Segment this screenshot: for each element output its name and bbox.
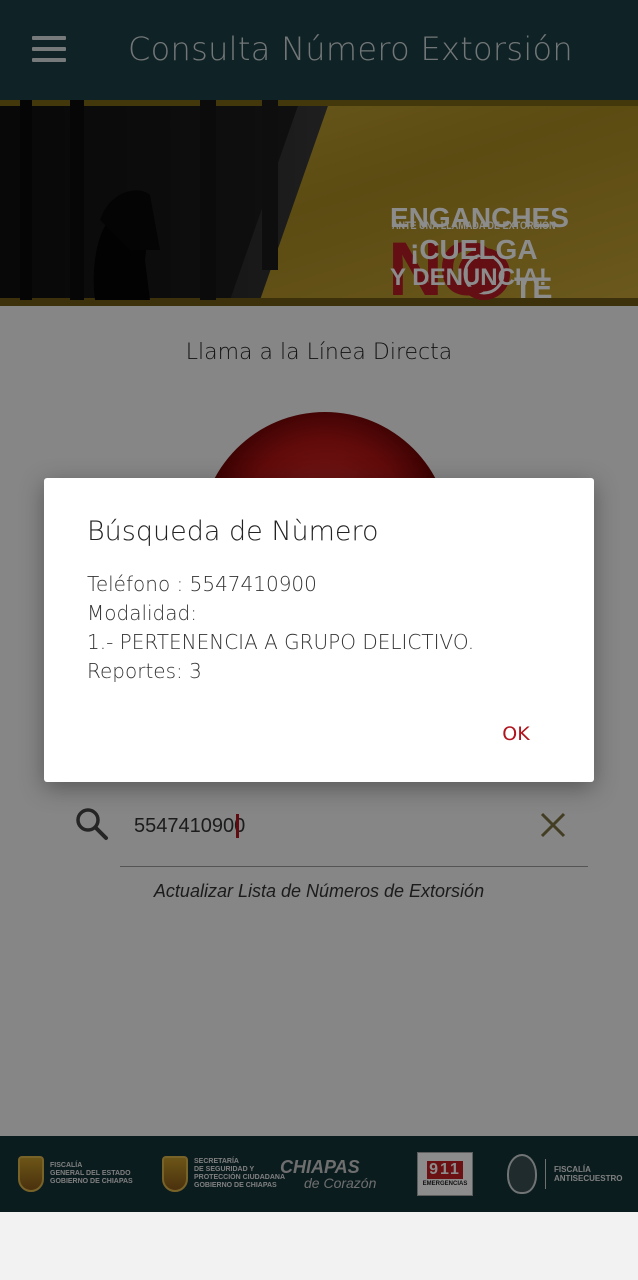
dialog-modality-value: 1.- PERTENENCIA A GRUPO DELICTIVO. xyxy=(87,630,475,654)
ok-button[interactable]: OK xyxy=(484,716,548,752)
dialog-title: Búsqueda de Nùmero xyxy=(87,516,379,547)
bottom-area xyxy=(0,1212,638,1280)
dialog-body: Teléfono : 5547410900 Modalidad: 1.- PER… xyxy=(87,570,557,686)
dialog-modality-label: Modalidad: xyxy=(87,601,197,625)
dialog-reports-line: Reportes: 3 xyxy=(87,659,202,683)
search-result-dialog: Búsqueda de Nùmero Teléfono : 5547410900… xyxy=(44,478,594,782)
dialog-phone-line: Teléfono : 5547410900 xyxy=(87,572,317,596)
